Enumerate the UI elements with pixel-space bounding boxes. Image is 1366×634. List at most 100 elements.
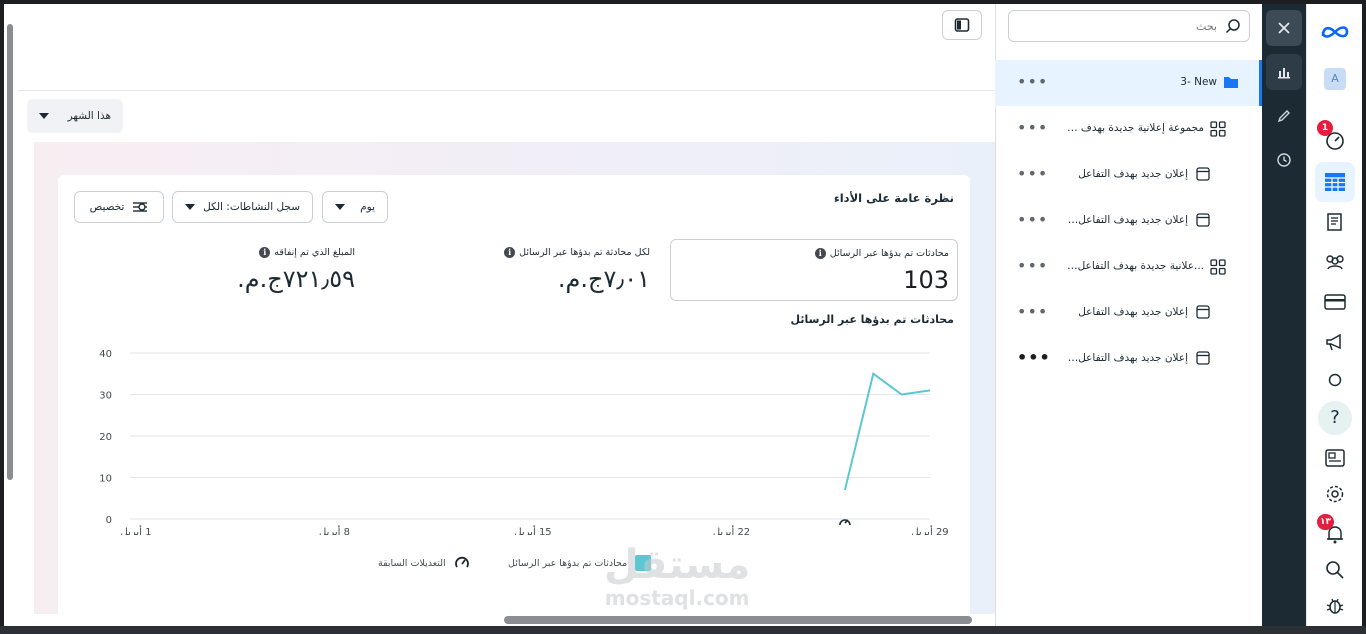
search-icon — [1225, 19, 1240, 34]
tree-item-adset[interactable]: ...علانية جديدة بهدف التفاعل - نسخة ••• — [995, 244, 1262, 290]
metric-conversations[interactable]: محادثات تم بدؤها عبر الرسائل i 103 — [670, 239, 958, 301]
pencil-icon — [1277, 110, 1290, 123]
newspaper-icon — [1325, 449, 1345, 467]
table-icon — [1325, 173, 1345, 191]
caret-down-icon — [185, 204, 195, 210]
day-dropdown-label: يوم — [360, 201, 375, 213]
y-tick-label: 10 — [99, 474, 112, 485]
customize-button[interactable]: تخصيص — [74, 191, 164, 223]
customize-label: تخصيص — [89, 201, 125, 213]
chart-title: محادثات تم بدؤها عبر الرسائل — [790, 313, 954, 326]
rail-item-more[interactable] — [1315, 360, 1355, 400]
rail-item-ads-manager[interactable] — [1315, 162, 1355, 202]
notifications-button[interactable]: ١٣ — [1315, 514, 1355, 554]
bug-icon — [1326, 598, 1344, 614]
search-button[interactable] — [1315, 550, 1355, 590]
y-tick-label: 40 — [99, 349, 112, 360]
more-options-icon[interactable]: ••• — [1017, 212, 1048, 228]
caret-down-icon — [39, 113, 49, 119]
settings-button[interactable] — [1315, 474, 1355, 514]
more-options-icon[interactable]: ••• — [1017, 120, 1048, 136]
help-button[interactable]: ? — [1315, 398, 1355, 438]
tree-search[interactable] — [1008, 10, 1250, 42]
x-tick-label: 1 أبريل — [121, 525, 152, 535]
ad-icon — [1196, 305, 1210, 319]
notification-badge: ١٣ — [1317, 514, 1334, 530]
more-options-icon[interactable]: ••• — [1017, 258, 1048, 274]
more-options-icon[interactable]: ••• — [1017, 304, 1048, 320]
tree-item-campaign[interactable]: 3- New ••• — [995, 60, 1262, 106]
rail-item-dashboard[interactable]: 1 — [1315, 120, 1355, 160]
meta-logo-icon — [1321, 26, 1349, 38]
info-icon[interactable]: i — [259, 247, 271, 258]
metric-label: المبلغ الذي تم إنفاقه — [274, 247, 355, 258]
folder-icon — [1224, 77, 1238, 88]
ad-icon — [1196, 213, 1210, 227]
metric-label: لكل محادثة تم بدؤها عبر الرسائل — [519, 247, 650, 258]
ad-icon — [1196, 351, 1210, 365]
grid-icon — [1210, 259, 1226, 275]
search-input[interactable] — [1037, 19, 1217, 33]
close-icon — [1278, 22, 1290, 34]
legend-edits-label: التعديلات السابقة — [378, 557, 446, 569]
y-tick-label: 30 — [99, 391, 112, 402]
more-options-icon[interactable]: ••• — [1017, 166, 1048, 182]
vertical-scrollbar-thumb[interactable] — [7, 24, 13, 480]
ad-icon — [1196, 167, 1210, 181]
pages-icon — [1327, 213, 1342, 231]
info-icon[interactable]: i — [814, 248, 826, 259]
legend-edits: التعديلات السابقة — [378, 555, 470, 571]
charts-button[interactable] — [1266, 54, 1302, 90]
tree-item-label: 3- New — [1180, 76, 1217, 88]
y-tick-label: 0 — [106, 515, 112, 526]
horizontal-scrollbar-thumb[interactable] — [504, 616, 972, 624]
rail-item-news[interactable] — [1315, 438, 1355, 478]
gauge-icon — [454, 556, 469, 568]
tree-item-ad[interactable]: إعلان جديد بهدف التفاعل ••• — [995, 290, 1262, 336]
main-area: هذا الشهر نظرة عامة على الأداء يوم سجل ا… — [4, 4, 995, 630]
taskbar-strip — [0, 626, 1366, 634]
tree-item-ad[interactable]: إعلان جديد بهدف التفاعل ••• — [995, 152, 1262, 198]
activity-log-label: سجل النشاطات: الكل — [203, 201, 300, 213]
rail-item-catalog[interactable] — [1315, 202, 1355, 242]
rail-item-campaigns[interactable] — [1315, 322, 1355, 362]
line-chart: 0 10 20 30 40 1 أبريل 8 أبريل 15 أبريل 22 أبريل 2… — [99, 349, 948, 535]
x-tick-label: 29 أبريل — [911, 525, 948, 535]
settings-sliders-icon — [133, 202, 148, 212]
watermark: مستقل mostaql.com — [604, 544, 750, 610]
history-button[interactable] — [1266, 142, 1302, 178]
sidebar-toggle-icon — [954, 18, 970, 32]
more-options-icon[interactable]: ••• — [1017, 74, 1048, 90]
tree-item-ad[interactable]: إعلان جديد بهدف التفاعل - نسخة ••• — [995, 198, 1262, 244]
x-tick-label: 8 أبريل — [319, 525, 350, 535]
edit-button[interactable] — [1266, 98, 1302, 134]
tree-item-label: إعلان جديد بهدف التفاعل - نسخة — [1067, 352, 1188, 364]
meta-logo[interactable] — [1315, 12, 1355, 52]
activity-log-dropdown[interactable]: سجل النشاطات: الكل — [172, 191, 313, 223]
notification-badge: 1 — [1317, 120, 1333, 136]
metric-cost-per-conversation-value: ٧٫٠١ج.م. — [557, 265, 650, 293]
watermark-logo-text: مستقل — [604, 542, 751, 588]
tree-item-label: إعلان جديد بهدف التفاعل — [1078, 306, 1188, 318]
more-options-icon[interactable]: ••• — [1017, 350, 1051, 366]
date-range-dropdown[interactable]: هذا الشهر — [27, 99, 123, 133]
avatar: A — [1324, 68, 1346, 90]
vertical-scrollbar[interactable] — [6, 22, 14, 602]
search-icon — [1326, 561, 1344, 579]
tree-item-ad[interactable]: إعلان جديد بهدف التفاعل - نسخة ••• — [995, 336, 1262, 382]
day-dropdown[interactable]: يوم — [322, 191, 388, 223]
close-panel-button[interactable] — [1266, 10, 1302, 46]
performance-card: نظرة عامة على الأداء يوم سجل النشاطات: ا… — [58, 175, 970, 630]
account-avatar[interactable]: A — [1315, 59, 1355, 99]
megaphone-icon — [1326, 333, 1341, 351]
caret-down-icon — [335, 204, 345, 210]
rail-item-billing[interactable] — [1315, 282, 1355, 322]
info-icon[interactable]: i — [504, 247, 516, 258]
tree-item-adset[interactable]: مجموعة إعلانية جديدة بهدف التفاعل ••• — [995, 106, 1262, 152]
tree-item-label: مجموعة إعلانية جديدة بهدف التفاعل — [1067, 122, 1204, 134]
toolbar-divider — [18, 90, 995, 91]
watermark-url: mostaql.com — [604, 586, 750, 610]
rail-item-audiences[interactable] — [1315, 242, 1355, 282]
report-bug-button[interactable] — [1315, 586, 1355, 626]
panel-toggle-button[interactable] — [942, 10, 982, 40]
